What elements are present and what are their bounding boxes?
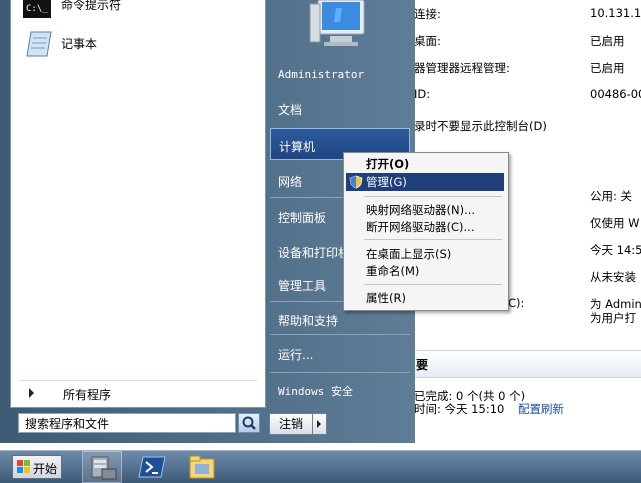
menu-item-manage[interactable]: 管理(G): [346, 173, 504, 191]
place-label: 控制面板: [278, 211, 327, 225]
program-label: 命令提示符: [61, 0, 122, 12]
place-label: 文档: [278, 103, 303, 117]
summary-section-header: 要: [390, 350, 641, 378]
divider: [270, 334, 410, 335]
menu-label: 属性(R): [366, 291, 406, 305]
taskbar-server-manager[interactable]: [82, 451, 122, 483]
place-label: 帮助和支持: [278, 314, 339, 328]
place-label: 计算机: [279, 140, 316, 154]
all-programs[interactable]: 所有程序: [19, 380, 257, 405]
notepad-icon: [26, 31, 52, 57]
menu-label: 打开(O): [366, 157, 410, 171]
bg-row-value-3: 00486-001: [590, 87, 641, 101]
folder-icon: [189, 455, 215, 479]
taskbar-powershell[interactable]: [132, 451, 172, 483]
divider: [364, 284, 502, 285]
menu-item-open[interactable]: 打开(O): [346, 155, 504, 173]
bg-right-value-0: 公用: 关: [590, 189, 633, 203]
context-menu: 打开(O) 管理(G) 映射网络驱动器(N)... 断开网络驱动器(C)... …: [343, 152, 509, 311]
shutdown-options-button[interactable]: [313, 413, 327, 435]
user-name[interactable]: Administrator: [278, 68, 364, 81]
menu-item-show-on-desktop[interactable]: 在桌面上显示(S): [346, 245, 504, 263]
menu-item-map-drive[interactable]: 映射网络驱动器(N)...: [346, 201, 504, 219]
hide-console-checkbox-label[interactable]: 录时不要显示此控制台(D): [414, 118, 547, 134]
program-cmd[interactable]: C:\_ 命令提示符: [19, 0, 257, 22]
search-button[interactable]: [238, 413, 260, 433]
bg-right-value-2: 今天 14:5: [590, 243, 641, 257]
bg-c-label: C):: [508, 296, 525, 310]
windows-logo-icon: [17, 460, 30, 473]
start-button[interactable]: 开始: [12, 455, 62, 479]
bg-right-value-1: 仅使用 W: [590, 216, 640, 230]
watermark: jingyan.baidu.com: [470, 415, 581, 429]
bg-row-label-2: 器管理器远程管理:: [414, 61, 510, 75]
uac-shield-icon: [349, 175, 363, 189]
chevron-right-icon: [317, 420, 321, 428]
search-input[interactable]: 搜索程序和文件: [18, 413, 236, 433]
bg-row-label-1: 桌面:: [414, 34, 441, 48]
place-label: 运行...: [278, 348, 314, 362]
taskbar-explorer[interactable]: [182, 451, 222, 483]
divider: [364, 196, 502, 197]
cmd-icon: C:\_: [23, 0, 51, 18]
section-title: 要: [416, 358, 429, 372]
bg-row-value-2: 已启用: [590, 61, 625, 75]
place-label: 管理工具: [278, 279, 327, 293]
powershell-icon: [138, 456, 166, 478]
divider: [270, 372, 410, 373]
start-label: 开始: [33, 462, 58, 476]
computer-user-icon: [309, 0, 365, 46]
place-label: 网络: [278, 175, 303, 189]
bg-row-label-3: ID:: [414, 87, 431, 101]
svg-text:C:\_: C:\_: [26, 4, 48, 14]
menu-label: 在桌面上显示(S): [366, 247, 452, 261]
menu-label: 映射网络驱动器(N)...: [366, 203, 476, 217]
place-label: Windows 安全: [278, 385, 353, 398]
bg-row-value-0: 10.131.1: [590, 6, 641, 20]
bg-right-value-3: 从未安装: [590, 270, 636, 284]
server-manager-icon: [91, 456, 117, 480]
start-menu-programs-pane: C:\_ 命令提示符 记事本 所有程序: [10, 0, 266, 408]
menu-label: 断开网络驱动器(C)...: [366, 220, 475, 234]
place-label: 设备和打印机: [278, 246, 351, 260]
program-label: 记事本: [61, 37, 98, 51]
all-programs-label: 所有程序: [63, 388, 112, 402]
logoff-button[interactable]: 注销: [269, 413, 313, 435]
place-run[interactable]: 运行...: [270, 337, 410, 369]
bg-row-label-0: 连接:: [414, 7, 441, 21]
divider: [364, 239, 502, 240]
program-notepad[interactable]: 记事本: [19, 28, 257, 60]
search-icon: [242, 416, 256, 430]
bg-row-value-1: 已启用: [590, 34, 625, 48]
taskbar: 开始: [0, 450, 641, 483]
menu-label: 管理(G): [366, 175, 407, 189]
place-documents[interactable]: 文档: [270, 92, 410, 124]
menu-label: 重命名(M): [366, 264, 420, 278]
menu-item-rename[interactable]: 重命名(M): [346, 262, 504, 280]
menu-item-properties[interactable]: 属性(R): [346, 289, 504, 307]
windows-security[interactable]: Windows 安全: [270, 374, 410, 406]
chevron-right-icon: [29, 388, 34, 398]
menu-item-disconnect-drive[interactable]: 断开网络驱动器(C)...: [346, 218, 504, 236]
bg-right-value-5: 为用户打: [590, 311, 636, 325]
